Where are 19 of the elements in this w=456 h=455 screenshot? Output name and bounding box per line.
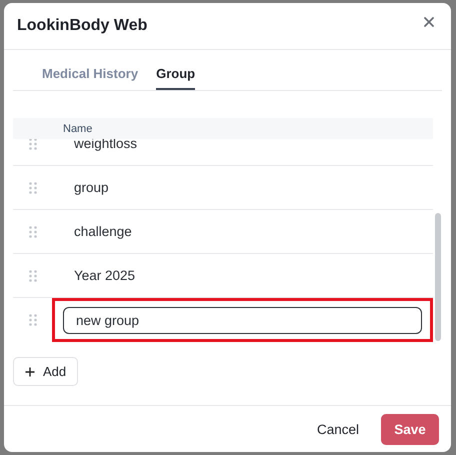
cancel-button[interactable]: Cancel [308,416,367,442]
dialog-title: LookinBody Web [17,17,148,35]
drag-handle-icon[interactable] [29,138,37,150]
plus-icon [25,366,35,376]
table-cell: Year 2025 [74,268,136,283]
scrollbar-thumb[interactable] [435,213,441,341]
table-cell: challenge [74,224,132,239]
drag-handle-icon[interactable] [29,182,37,194]
close-icon[interactable] [424,17,434,27]
input-field[interactable]: new group [63,306,422,334]
drag-handle-icon[interactable] [29,314,37,326]
column-title: Name [63,122,92,134]
table-cell: group [74,180,109,195]
drag-handle-icon[interactable] [29,226,37,238]
table-cell: weightloss [74,136,138,151]
save-button[interactable]: Save [381,414,439,444]
drag-handle-icon[interactable] [29,270,37,282]
tab[interactable]: Group [156,66,196,90]
add-button[interactable]: Add [13,357,78,386]
